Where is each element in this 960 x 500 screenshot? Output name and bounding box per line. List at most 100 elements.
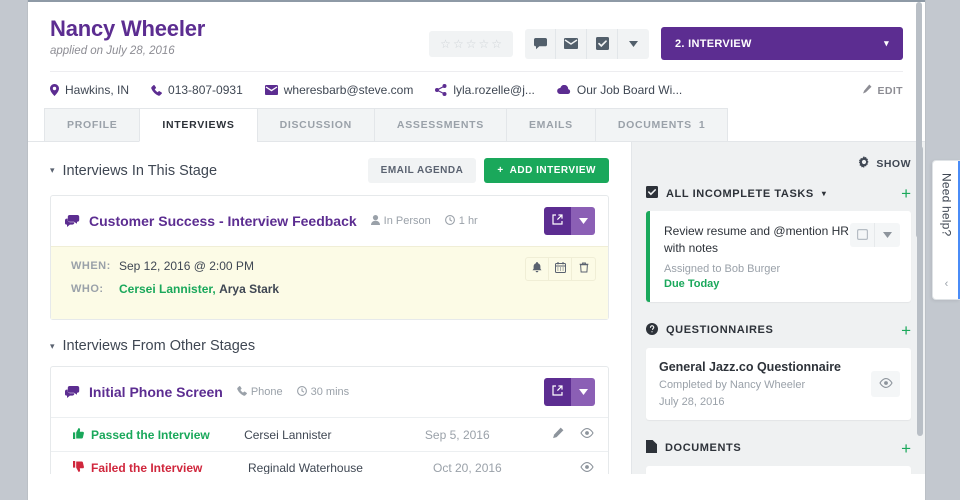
add-interview-button[interactable]: + ADD INTERVIEW — [484, 158, 609, 183]
add-document-button[interactable]: + — [901, 440, 911, 457]
tasks-panel-header: ALL INCOMPLETE TASKS ▾ + — [646, 185, 911, 202]
show-label: SHOW — [876, 157, 911, 170]
need-help-tab[interactable]: Need help? ‹ — [932, 160, 960, 300]
this-stage-title-group[interactable]: ▾ Interviews In This Stage — [50, 163, 217, 179]
page-scrollbar[interactable] — [916, 2, 922, 238]
who-primary[interactable]: Cersei Lannister, — [119, 282, 216, 296]
calendar-button[interactable] — [549, 258, 572, 280]
task-more-button[interactable] — [875, 223, 900, 247]
interview-card-other: Initial Phone Screen Phone 30 mins Passe… — [50, 366, 609, 474]
other-stages-title-group[interactable]: ▾ Interviews From Other Stages — [50, 338, 255, 354]
person-icon — [370, 214, 380, 228]
interview-more-button[interactable] — [571, 207, 595, 235]
table-row[interactable]: Failed the Interview Reginald Waterhouse… — [51, 451, 608, 474]
star-icon[interactable]: ☆ — [491, 38, 502, 50]
this-stage-actions: EMAIL AGENDA + ADD INTERVIEW — [367, 158, 609, 183]
tab-profile[interactable]: PROFILE — [44, 108, 140, 141]
tab-emails[interactable]: EMAILS — [505, 108, 595, 141]
task-button[interactable] — [587, 28, 618, 59]
task-due-badge: Due Today — [664, 277, 720, 290]
show-settings-button[interactable]: SHOW — [858, 156, 911, 171]
email-button[interactable] — [556, 28, 587, 59]
tab-label: INTERVIEWS — [162, 119, 235, 131]
table-row[interactable]: Passed the Interview Cersei Lannister Se… — [51, 417, 608, 451]
view-questionnaire-button[interactable] — [871, 370, 900, 397]
star-icon[interactable]: ☆ — [478, 38, 489, 50]
tab-documents[interactable]: DOCUMENTS 1 — [594, 108, 729, 141]
questionnaire-card[interactable]: General Jazz.co Questionnaire Completed … — [646, 347, 911, 420]
phone-icon — [237, 385, 247, 399]
eye-icon — [878, 375, 893, 393]
delete-button[interactable] — [572, 258, 595, 280]
contact-social[interactable]: lyla.rozelle@j... — [435, 83, 535, 97]
interview-details: WHEN: Sep 12, 2016 @ 2:00 PM WHO: Cersei… — [51, 246, 608, 319]
edit-contact-button[interactable]: EDIT — [862, 84, 903, 97]
tab-documents-count: 1 — [698, 119, 706, 131]
eye-icon[interactable] — [580, 461, 594, 474]
who-secondary[interactable]: Arya Stark — [219, 282, 279, 296]
tab-label: ASSESSMENTS — [396, 119, 484, 131]
open-interview-button[interactable] — [544, 378, 571, 406]
more-actions-button[interactable] — [618, 29, 649, 59]
clock-icon — [444, 214, 455, 228]
email-agenda-button[interactable]: EMAIL AGENDA — [367, 158, 477, 183]
contact-location[interactable]: Hawkins, IN — [50, 83, 129, 97]
star-icon[interactable]: ☆ — [466, 38, 477, 50]
interview-open-split-button — [544, 207, 595, 235]
star-rating[interactable]: ☆ ☆ ☆ ☆ ☆ — [429, 30, 513, 57]
interview-duration: 30 mins — [296, 385, 349, 399]
interview-meta: In Person 1 hr — [370, 214, 478, 228]
outcome-person: Reginald Waterhouse — [248, 461, 363, 474]
contact-email[interactable]: wheresbarb@steve.com — [264, 83, 413, 97]
tab-discussion[interactable]: DISCUSSION — [256, 108, 374, 141]
tasks-panel-title: ALL INCOMPLETE TASKS — [666, 187, 814, 200]
comment-button[interactable] — [525, 28, 556, 59]
pencil-icon — [862, 84, 872, 97]
contact-phone[interactable]: 013-807-0931 — [151, 83, 243, 97]
questionnaires-panel-title-group: QUESTIONNAIRES — [646, 322, 774, 338]
phone-icon — [151, 84, 162, 96]
other-stages-header: ▾ Interviews From Other Stages — [50, 338, 609, 354]
task-complete-checkbox[interactable] — [850, 223, 875, 247]
speech-bubbles-icon — [65, 215, 80, 227]
envelope-icon — [264, 85, 278, 95]
envelope-icon — [564, 38, 578, 49]
interview-more-button[interactable] — [571, 378, 595, 406]
task-card[interactable]: Review resume and @mention HR with notes… — [646, 211, 911, 302]
when-value: Sep 12, 2016 @ 2:00 PM — [119, 259, 254, 273]
plus-icon: + — [497, 165, 504, 176]
add-questionnaire-button[interactable]: + — [901, 322, 911, 339]
chevron-left-icon: ‹ — [944, 278, 949, 290]
who-value: Cersei Lannister, Arya Stark — [119, 282, 279, 296]
speech-bubbles-icon — [65, 386, 80, 398]
open-interview-button[interactable] — [544, 207, 571, 235]
reminder-button[interactable] — [526, 258, 549, 280]
chevron-down-icon — [578, 388, 588, 397]
questionnaire-date: July 28, 2016 — [659, 395, 725, 408]
interview-title-group[interactable]: Customer Success - Interview Feedback — [65, 213, 357, 229]
questionnaires-panel-title: QUESTIONNAIRES — [666, 324, 774, 337]
tab-assessments[interactable]: ASSESSMENTS — [373, 108, 506, 141]
interview-meta: Phone 30 mins — [237, 385, 349, 399]
interview-type: In Person — [370, 214, 431, 228]
tab-interviews[interactable]: INTERVIEWS — [139, 108, 257, 142]
chevron-down-icon — [629, 40, 638, 47]
pencil-icon[interactable] — [552, 427, 564, 442]
external-link-icon — [552, 383, 563, 401]
sidebar-toolbar: SHOW — [646, 156, 911, 171]
document-card[interactable]: EL-Laborer-Resume.docx DOCX on Jul 28, 2… — [646, 465, 911, 474]
interview-title-group[interactable]: Initial Phone Screen — [65, 384, 223, 400]
thumbs-down-icon — [73, 461, 84, 474]
stage-selector[interactable]: 2. INTERVIEW ▾ — [661, 27, 903, 60]
add-task-button[interactable]: + — [901, 185, 911, 202]
eye-icon[interactable] — [580, 427, 594, 442]
contact-source[interactable]: Our Job Board Wi... — [557, 83, 682, 97]
triangle-down-icon: ▾ — [50, 165, 55, 175]
star-icon[interactable]: ☆ — [440, 38, 451, 50]
interview-detail-actions — [525, 257, 596, 281]
star-icon[interactable]: ☆ — [453, 38, 464, 50]
tasks-panel-title-group[interactable]: ALL INCOMPLETE TASKS ▾ — [646, 186, 827, 201]
interview-card-header: Customer Success - Interview Feedback In… — [51, 196, 608, 246]
interview-type: Phone — [237, 385, 283, 399]
content-area: ▾ Interviews In This Stage EMAIL AGENDA … — [28, 142, 925, 474]
